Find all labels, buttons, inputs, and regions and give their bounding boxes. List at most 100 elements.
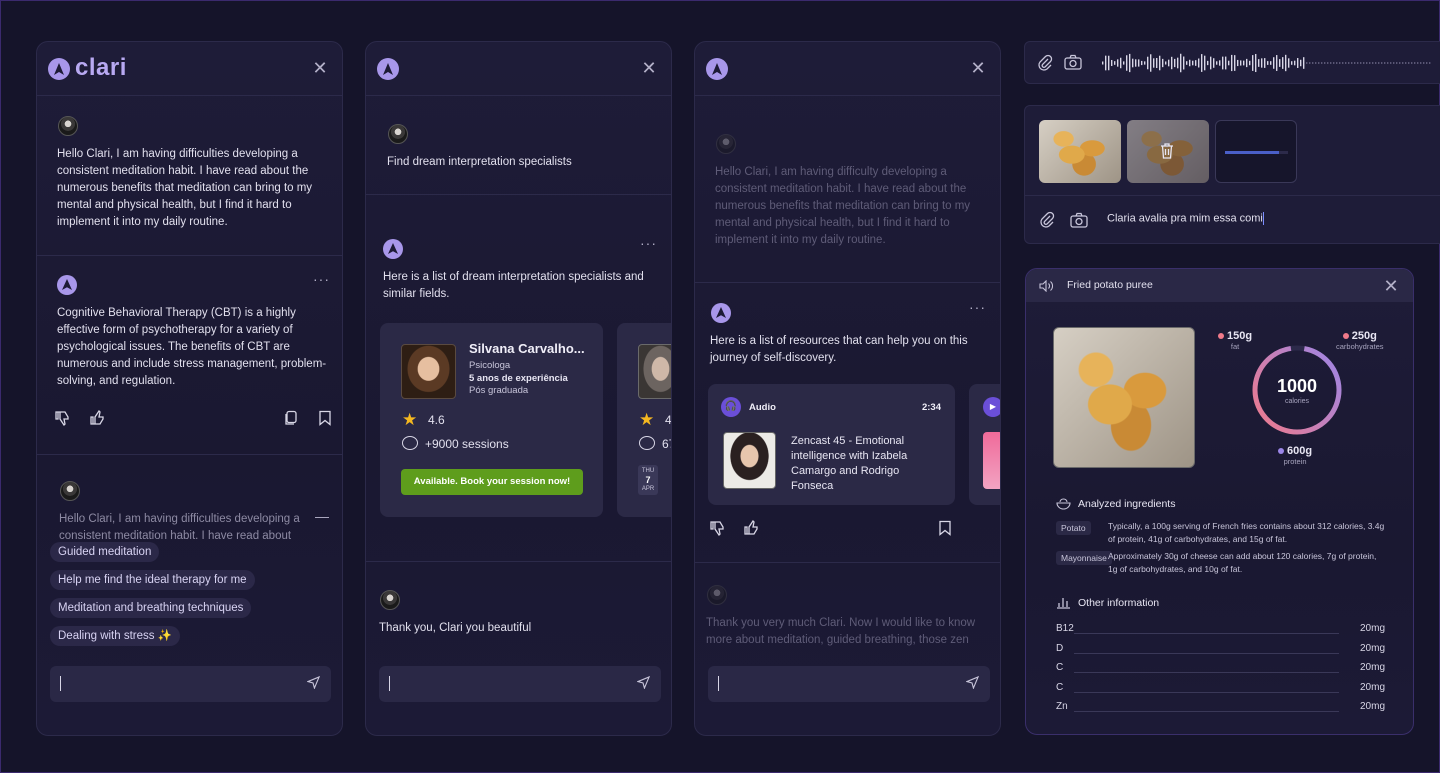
collapse-icon[interactable]: — <box>315 508 330 524</box>
waveform-bar <box>1135 59 1137 67</box>
waveform-bar <box>1162 58 1164 68</box>
waveform-bar <box>1306 62 1308 64</box>
close-icon[interactable]: ✕ <box>641 59 657 77</box>
upload-progress-track <box>1225 151 1288 154</box>
chat-input[interactable] <box>379 666 661 702</box>
date-tile[interactable]: THU 7 APR <box>638 465 658 495</box>
waveform-bar <box>1384 62 1386 64</box>
waveform-bar <box>1222 56 1224 70</box>
book-session-button[interactable]: Available. Book your session now! <box>401 469 583 495</box>
waveform-bar <box>1327 62 1329 64</box>
ingredient-description: Typically, a 100g serving of French frie… <box>1108 521 1385 544</box>
text-caret <box>1262 212 1264 225</box>
paperclip-icon[interactable] <box>1039 211 1055 234</box>
bot-message: Cognitive Behavioral Therapy (CBT) is a … <box>57 307 327 387</box>
waveform-bar <box>1243 60 1245 66</box>
more-options-icon[interactable]: ··· <box>640 235 657 251</box>
waveform-bar <box>1132 58 1134 68</box>
suggestion-chip[interactable]: Guided meditation <box>50 542 160 562</box>
app-logo-text: clari <box>75 54 127 81</box>
suggestion-chip[interactable]: Help me find the ideal therapy for me <box>50 570 255 590</box>
user-message: Find dream interpretation specialists <box>387 156 572 168</box>
thumbs-up-icon[interactable] <box>743 519 761 538</box>
copy-icon[interactable] <box>282 410 300 428</box>
macro-dot <box>1218 333 1224 340</box>
waveform-bar <box>1285 54 1287 72</box>
trash-icon[interactable] <box>1159 142 1175 165</box>
suggestion-chip[interactable]: Meditation and breathing techniques <box>50 598 252 618</box>
waveform-bar <box>1264 58 1266 68</box>
waveform-bar <box>1381 62 1383 64</box>
waveform-bar <box>1120 57 1122 69</box>
nutrient-name: Zn <box>1056 701 1068 712</box>
play-icon[interactable]: ▶ <box>983 397 1000 417</box>
audio-card[interactable]: 🎧 Audio 2:34 Zencast 45 - Emotional inte… <box>708 384 955 505</box>
waveform-bar <box>1417 62 1419 64</box>
message-input[interactable]: Claria avalia pra mim essa comi <box>1107 212 1264 225</box>
food-thumbnail[interactable] <box>1039 120 1121 183</box>
audio-type: Audio <box>749 402 776 413</box>
nutrient-value: 20mg <box>1359 662 1385 673</box>
waveform-bar <box>1207 60 1209 66</box>
specialist-role: Psicologa <box>469 360 511 371</box>
bar-chart-icon <box>1056 596 1071 614</box>
waveform-bar <box>1117 59 1119 67</box>
waveform-bar <box>1195 60 1197 66</box>
chat-bubble-icon <box>639 436 655 450</box>
send-icon[interactable] <box>306 675 321 690</box>
waveform-bar <box>1411 62 1413 64</box>
close-icon[interactable]: ✕ <box>1383 277 1399 295</box>
waveform-bar <box>1102 61 1104 65</box>
bot-message: Here is a list of dream interpretation s… <box>383 271 644 300</box>
waveform-bar <box>1294 60 1296 66</box>
thumbs-down-icon[interactable] <box>54 410 72 428</box>
user-message: Thank you very much Clari. Now I would l… <box>706 617 976 646</box>
thumbs-down-icon[interactable] <box>709 520 727 538</box>
bot-message: Here is a list of resources that can hel… <box>710 335 968 364</box>
calorie-ring: 1000 calories <box>1250 343 1344 437</box>
image-upload-composer: Claria avalia pra mim essa comi <box>1024 105 1440 244</box>
bookmark-icon[interactable] <box>936 520 954 538</box>
send-icon[interactable] <box>636 675 651 690</box>
voice-input-bar[interactable] <box>1024 41 1440 84</box>
waveform-bar <box>1429 62 1431 64</box>
waveform-bar <box>1186 61 1188 65</box>
paperclip-icon[interactable] <box>1037 54 1053 77</box>
nutrient-row: Zn 20mg <box>1056 701 1385 719</box>
chat-input[interactable] <box>708 666 990 702</box>
waveform-bar <box>1303 57 1305 69</box>
waveform-bar <box>1399 62 1401 64</box>
user-message: Hello Clari, I am having difficulty deve… <box>715 166 971 246</box>
waveform-bar <box>1159 55 1161 71</box>
specialist-card[interactable]: Silvana Carvalho... Psicologa 5 anos de … <box>380 323 603 517</box>
waveform-bar <box>1234 55 1236 71</box>
divider <box>37 454 342 455</box>
more-options-icon[interactable]: ··· <box>313 271 330 287</box>
camera-icon[interactable] <box>1070 212 1088 233</box>
rating-value: 4.6 <box>428 413 445 427</box>
waveform-bar <box>1153 58 1155 68</box>
camera-icon[interactable] <box>1064 54 1082 75</box>
audio-card-partial[interactable]: ▶ <box>969 384 1000 505</box>
specialist-photo <box>401 344 456 399</box>
specialist-experience: 5 anos de experiência <box>469 373 568 384</box>
speaker-icon[interactable] <box>1039 279 1053 297</box>
waveform-bar <box>1168 59 1170 67</box>
suggestion-chip[interactable]: Dealing with stress ✨ <box>50 626 181 646</box>
upload-progress-fill <box>1225 151 1279 154</box>
close-icon[interactable]: ✕ <box>970 59 986 77</box>
send-icon[interactable] <box>965 675 980 690</box>
waveform-bar <box>1114 61 1116 65</box>
thumbs-up-icon[interactable] <box>89 409 107 428</box>
waveform-bar <box>1126 55 1128 71</box>
waveform-bar <box>1141 60 1143 66</box>
ingredient-tag: Potato <box>1056 521 1091 535</box>
specialist-card-partial[interactable]: ★ 4 67 THU 7 APR <box>617 323 671 517</box>
waveform-bar <box>1225 56 1227 70</box>
more-options-icon[interactable]: ··· <box>969 299 986 315</box>
bookmark-icon[interactable] <box>316 410 334 428</box>
specialist-degree: Pós graduada <box>469 385 529 396</box>
clari-avatar-icon <box>711 303 731 323</box>
close-icon[interactable]: ✕ <box>312 59 328 77</box>
chat-input[interactable] <box>50 666 331 702</box>
